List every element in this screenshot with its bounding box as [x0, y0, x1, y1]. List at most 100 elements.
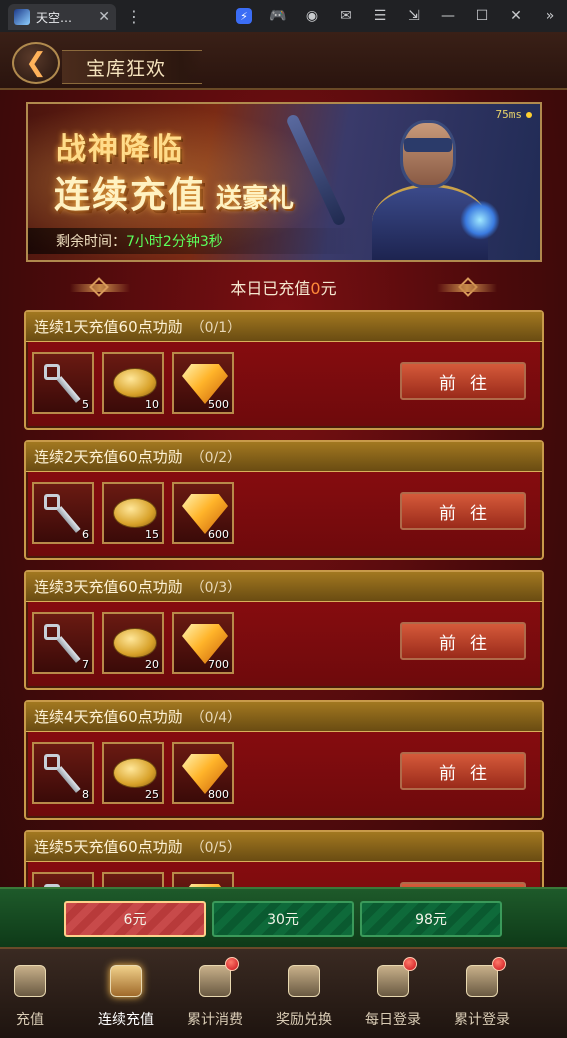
popout-icon[interactable]: ⇲	[397, 0, 431, 32]
nav-label: 充值	[16, 1012, 44, 1028]
reward-progress: （0/1）	[190, 319, 242, 336]
reward-item-coin[interactable]: 20	[102, 612, 164, 674]
account-icon[interactable]: ◉	[295, 0, 329, 32]
reward-item-gem[interactable]	[172, 872, 234, 887]
reward-progress: （0/2）	[190, 449, 242, 466]
reward-title: 连续3天充值60点功勋	[34, 578, 183, 596]
go-button[interactable]: 前往	[400, 362, 526, 400]
reward-item-coin[interactable]: 15	[102, 482, 164, 544]
nav-item-recharge[interactable]: 充值	[0, 957, 74, 1037]
ping-indicator: 75ms	[495, 108, 532, 121]
reward-card: 连续5天充值60点功勋 （0/5） 前往	[24, 830, 544, 887]
reward-items	[32, 872, 234, 887]
gold-coin-icon	[113, 758, 157, 788]
arrow-left-icon: ❮	[25, 48, 47, 78]
ornament-diamond-left	[89, 277, 109, 297]
reward-item-key[interactable]: 8	[32, 742, 94, 804]
nav-item-exchange[interactable]: 奖励兑换	[260, 957, 348, 1037]
gold-coin-icon	[113, 498, 157, 528]
header-frame: ❮ 宝库狂欢	[0, 32, 567, 90]
tab-close-icon[interactable]: ✕	[98, 9, 110, 25]
menu-icon[interactable]: ☰	[363, 0, 397, 32]
reward-items: 7 20 700	[32, 612, 234, 674]
reward-title: 连续1天充值60点功勋	[34, 318, 183, 336]
nav-item-total-login[interactable]: 累计登录	[438, 957, 526, 1037]
reward-progress: （0/3）	[190, 579, 242, 596]
go-button[interactable]: 前往	[400, 492, 526, 530]
reward-item-gem[interactable]: 600	[172, 482, 234, 544]
item-quantity: 7	[82, 658, 89, 671]
daily-prefix: 本日已充值	[230, 279, 311, 298]
reward-card-header: 连续1天充值60点功勋 （0/1）	[26, 312, 542, 342]
countdown-value: 7小时2分钟3秒	[126, 234, 223, 250]
nav-item-daily-login[interactable]: 每日登录	[349, 957, 437, 1037]
item-quantity: 800	[208, 788, 229, 801]
ping-dot-icon	[526, 111, 532, 118]
reward-item-gem[interactable]: 500	[172, 352, 234, 414]
close-window-icon[interactable]: ✕	[499, 0, 533, 32]
banner-subheadline: 连续充值 送豪礼	[54, 166, 294, 218]
browser-tab[interactable]: 天空… ✕	[8, 4, 116, 30]
page-title: 宝库狂欢	[86, 57, 167, 80]
reward-item-key[interactable]	[32, 872, 94, 887]
amount-option-98[interactable]: 98元	[360, 901, 502, 937]
maximize-icon[interactable]: ☐	[465, 0, 499, 32]
banner-headline: 战神降临	[56, 132, 184, 167]
minimize-icon[interactable]: —	[431, 0, 465, 32]
reward-item-gem[interactable]: 700	[172, 612, 234, 674]
game-panel: ❮ 宝库狂欢 战神降临 连续充值 送豪礼 剩余时间： 7小时2分钟3秒 75ms	[0, 32, 567, 1038]
ping-value: 75ms	[495, 108, 523, 121]
daily-recharge-total: 本日已充值0元	[0, 274, 567, 300]
item-quantity: 700	[208, 658, 229, 671]
reward-item-gem[interactable]: 800	[172, 742, 234, 804]
mail-icon[interactable]: ✉	[329, 0, 363, 32]
nav-label: 奖励兑换	[276, 1012, 332, 1028]
gamepad-icon[interactable]: 🎮	[261, 0, 295, 32]
item-quantity: 20	[145, 658, 159, 671]
reward-title: 连续2天充值60点功勋	[34, 448, 183, 466]
reward-title: 连续4天充值60点功勋	[34, 708, 183, 726]
reward-items: 6 15 600	[32, 482, 234, 544]
reward-item-key[interactable]: 7	[32, 612, 94, 674]
reward-item-key[interactable]: 5	[32, 352, 94, 414]
reward-item-coin[interactable]: 10	[102, 352, 164, 414]
nav-label: 累计登录	[454, 1012, 510, 1028]
boost-button[interactable]: ⚡	[227, 0, 261, 32]
go-button[interactable]: 前往	[400, 622, 526, 660]
reward-card-header: 连续3天充值60点功勋 （0/3）	[26, 572, 542, 602]
amount-option-30[interactable]: 30元	[212, 901, 354, 937]
back-button[interactable]: ❮	[12, 42, 60, 84]
ornament-right	[437, 284, 497, 292]
nav-item-consecutive-recharge[interactable]: 连续充值	[82, 957, 170, 1037]
key-icon	[42, 492, 86, 536]
item-quantity: 25	[145, 788, 159, 801]
crown-icon	[195, 957, 239, 1001]
reward-card: 连续1天充值60点功勋 （0/1） 5 10 500 前往	[24, 310, 544, 430]
expand-icon[interactable]: »	[533, 0, 567, 32]
kebab-menu-icon[interactable]: ⋮	[126, 7, 142, 26]
notification-badge	[492, 957, 506, 971]
hero-head-shape	[400, 120, 456, 188]
amount-option-6[interactable]: 6元	[64, 901, 206, 937]
tab-title: 天空…	[36, 10, 73, 25]
reward-item-coin[interactable]: 25	[102, 742, 164, 804]
item-quantity: 500	[208, 398, 229, 411]
nav-item-total-spend[interactable]: 累计消费	[171, 957, 259, 1037]
go-button[interactable]: 前往	[400, 752, 526, 790]
gold-coin-icon	[113, 368, 157, 398]
key-icon	[42, 752, 86, 796]
reward-list[interactable]: 连续1天充值60点功勋 （0/1） 5 10 500 前往 连续2天充值60点功…	[0, 310, 567, 887]
reward-card: 连续2天充值60点功勋 （0/2） 6 15 600 前往	[24, 440, 544, 560]
hero-illustration	[285, 110, 500, 260]
banner-big-text: 连续充值	[54, 175, 207, 216]
item-quantity: 15	[145, 528, 159, 541]
gold-coin-icon	[113, 628, 157, 658]
reward-item-coin[interactable]	[102, 872, 164, 887]
reward-items: 5 10 500	[32, 352, 234, 414]
hero-mask-shape	[404, 138, 452, 152]
game-favicon-icon	[14, 9, 30, 25]
nav-label: 连续充值	[98, 1012, 154, 1028]
daily-suffix: 元	[320, 279, 337, 298]
reward-item-key[interactable]: 6	[32, 482, 94, 544]
item-quantity: 600	[208, 528, 229, 541]
